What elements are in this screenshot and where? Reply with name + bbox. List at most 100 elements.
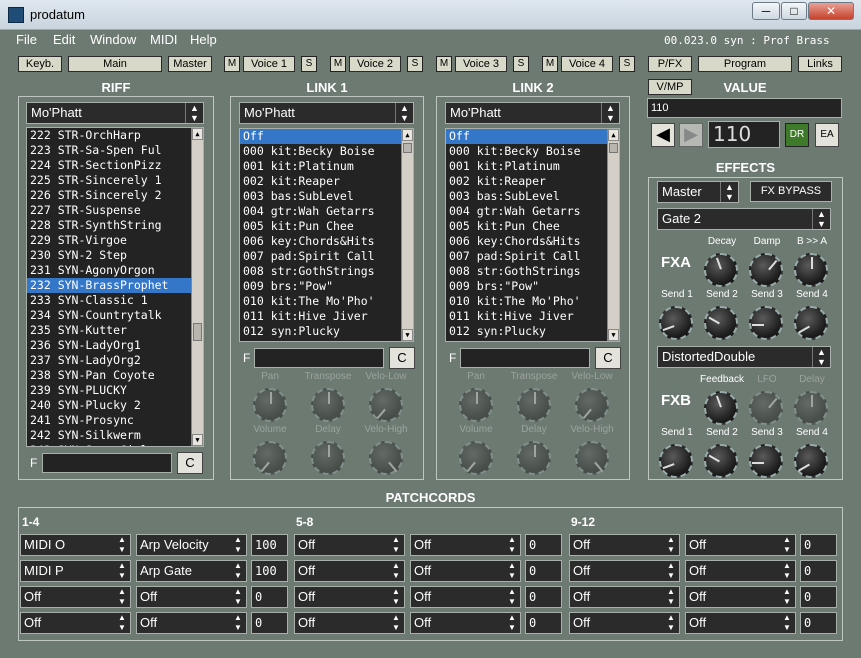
knob[interactable] [253,441,287,475]
patchcord-amount[interactable]: 100 [251,534,288,556]
voice3-button[interactable]: Voice 3 [455,56,507,72]
patchcord-source-select[interactable]: Off ▲ ▼ [569,586,680,608]
fx-master-select[interactable]: Master ▲ ▼ [657,181,739,203]
scroll-down-icon[interactable]: ▼ [402,329,413,341]
links-button[interactable]: Links [798,56,842,72]
patchcord-amount[interactable]: 0 [525,586,562,608]
arrow-right-icon[interactable]: ▶ [679,123,703,147]
voice1-mute[interactable]: M [224,56,240,72]
menu-help[interactable]: Help [190,32,217,47]
knob[interactable] [369,441,403,475]
patchcord-source-select[interactable]: MIDI P ▲ ▼ [20,560,131,582]
knob[interactable] [794,253,828,287]
knob[interactable] [369,388,403,422]
fxa-type-select[interactable]: Gate 2 ▲ ▼ [657,208,831,230]
list-item[interactable]: 009 brs:"Pow" [240,279,413,294]
patchcord-source-select[interactable]: Off ▲ ▼ [20,586,131,608]
patchcord-dest-select[interactable]: Off ▲ ▼ [136,612,247,634]
list-item[interactable]: 242 SYN-Silkwerm [27,428,203,443]
list-item[interactable]: 011 kit:Hive Jiver [446,309,619,324]
list-item[interactable]: 228 STR-SynthString [27,218,203,233]
list-item[interactable]: 223 STR-Sa-Spen Ful [27,143,203,158]
link2-rom-select[interactable]: Mo'Phatt ▲ ▼ [445,102,620,124]
fx-bypass-button[interactable]: FX BYPASS [750,181,832,202]
knob[interactable] [659,444,693,478]
scroll-up-icon[interactable]: ▲ [608,129,619,141]
program-button[interactable]: Program [698,56,792,72]
scroll-up-icon[interactable]: ▲ [402,129,413,141]
scroll-thumb[interactable] [193,323,202,341]
list-item[interactable]: 009 brs:"Pow" [446,279,619,294]
list-item[interactable]: 003 bas:SubLevel [240,189,413,204]
riff-filter-input[interactable] [42,453,172,473]
list-item[interactable]: 234 SYN-Countrytalk [27,308,203,323]
voice2-solo[interactable]: S [407,56,423,72]
master-button[interactable]: Master [168,56,212,72]
list-item[interactable]: 002 kit:Reaper [446,174,619,189]
voice2-mute[interactable]: M [330,56,346,72]
patchcord-dest-select[interactable]: Off ▲ ▼ [685,612,796,634]
list-item[interactable]: 237 SYN-LadyOrg2 [27,353,203,368]
list-item[interactable]: 001 kit:Platinum [446,159,619,174]
patchcord-dest-select[interactable]: Off ▲ ▼ [685,560,796,582]
knob[interactable] [704,306,738,340]
patchcord-amount[interactable]: 0 [800,534,837,556]
list-item[interactable]: 243 SYN-Sync Girl [27,443,203,446]
keyboard-button[interactable]: Keyb. [18,56,62,72]
list-item[interactable]: 227 STR-Suspense [27,203,203,218]
link1-scrollbar[interactable]: ▲ ▼ [401,129,413,341]
riff-clear-button[interactable]: C [177,452,203,474]
list-item[interactable]: 000 kit:Becky Boise [240,144,413,159]
knob[interactable] [749,444,783,478]
knob[interactable] [704,253,738,287]
riff-list[interactable]: 222 STR-OrchHarp 223 STR-Sa-Spen Ful 224 S… [26,127,204,447]
list-item[interactable]: 238 SYN-Pan Coyote [27,368,203,383]
link1-filter-input[interactable] [254,348,384,368]
list-item[interactable]: 007 pad:Spirit Call [446,249,619,264]
menu-midi[interactable]: MIDI [150,32,177,47]
patchcord-source-select[interactable]: Off ▲ ▼ [294,534,405,556]
link1-clear-button[interactable]: C [389,347,415,369]
link2-scrollbar[interactable]: ▲ ▼ [607,129,619,341]
list-item[interactable]: 008 str:GothStrings [240,264,413,279]
patchcord-amount[interactable]: 100 [251,560,288,582]
list-item[interactable]: Off [240,129,413,144]
list-item[interactable]: 006 key:Chords&Hits [446,234,619,249]
patchcord-amount[interactable]: 0 [525,534,562,556]
patchcord-amount[interactable]: 0 [525,560,562,582]
list-item[interactable]: 008 str:GothStrings [446,264,619,279]
knob[interactable] [517,441,551,475]
list-item[interactable]: 232 SYN-BrassProphet [27,278,203,293]
voice4-solo[interactable]: S [619,56,635,72]
list-item[interactable]: 000 kit:Becky Boise [446,144,619,159]
knob[interactable] [749,253,783,287]
list-item[interactable]: 240 SYN-Plucky 2 [27,398,203,413]
list-item[interactable]: 224 STR-SectionPizz [27,158,203,173]
list-item[interactable]: 012 syn:Plucky [240,324,413,339]
dr-button[interactable]: DR [785,123,809,147]
pfx-button[interactable]: P/FX [648,56,692,72]
list-item[interactable]: 007 pad:Spirit Call [240,249,413,264]
patchcord-amount[interactable]: 0 [251,586,288,608]
riff-rom-select[interactable]: Mo'Phatt ▲ ▼ [26,102,204,124]
list-item[interactable]: 001 kit:Platinum [240,159,413,174]
list-item[interactable]: 222 STR-OrchHarp [27,128,203,143]
patchcord-dest-select[interactable]: Arp Velocity ▲ ▼ [136,534,247,556]
patchcord-dest-select[interactable]: Off ▲ ▼ [136,586,247,608]
list-item[interactable]: 239 SYN-PLUCKY [27,383,203,398]
list-item[interactable]: 010 kit:The Mo'Pho' [240,294,413,309]
knob[interactable] [749,391,783,425]
arrow-left-icon[interactable]: ◀ [651,123,675,147]
knob[interactable] [704,391,738,425]
link1-rom-select[interactable]: Mo'Phatt ▲ ▼ [239,102,414,124]
patchcord-amount[interactable]: 0 [800,612,837,634]
patchcord-dest-select[interactable]: Off ▲ ▼ [685,586,796,608]
list-item[interactable]: 010 kit:The Mo'Pho' [446,294,619,309]
menu-window[interactable]: Window [90,32,136,47]
voice2-button[interactable]: Voice 2 [349,56,401,72]
knob[interactable] [659,306,693,340]
knob[interactable] [517,388,551,422]
voice1-button[interactable]: Voice 1 [243,56,295,72]
knob[interactable] [459,441,493,475]
knob[interactable] [311,388,345,422]
